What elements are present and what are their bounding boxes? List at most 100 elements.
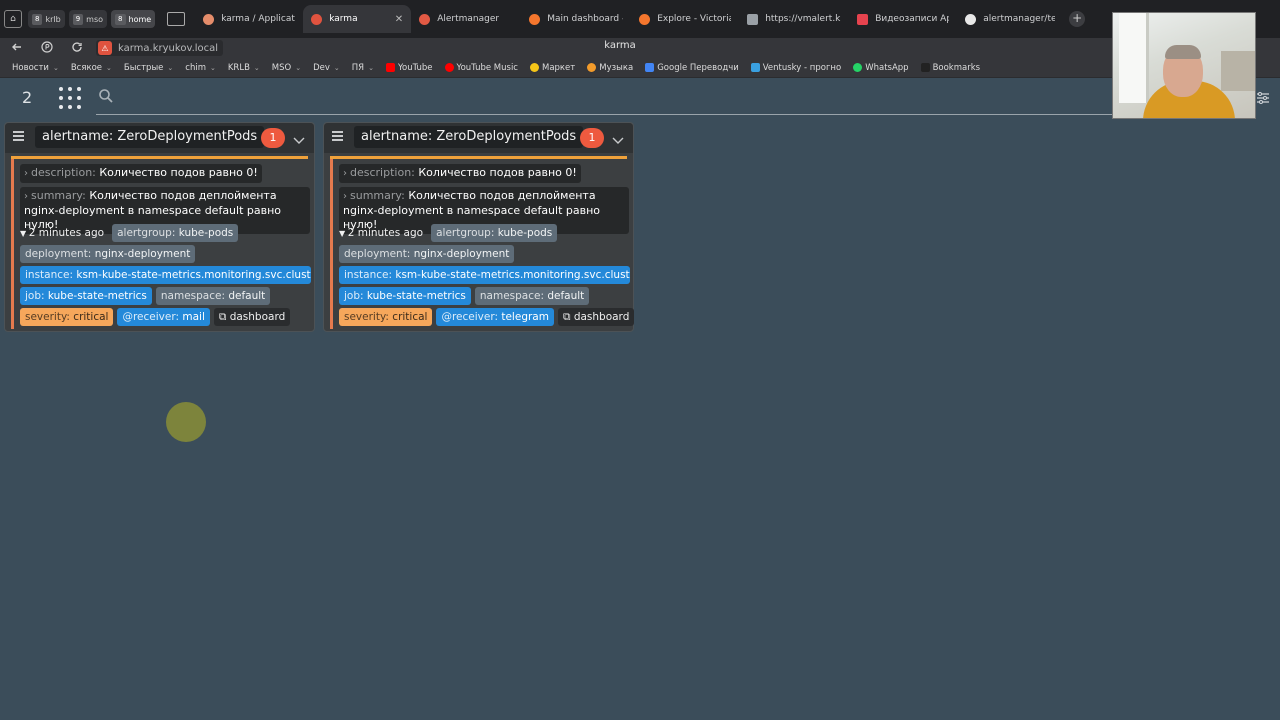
bookmark-folder-mso[interactable]: MSO ⌄ [272, 63, 301, 73]
workspace-krlb[interactable]: 8 krlb [28, 10, 65, 28]
label-row: severity: critical @receiver: mail ⧉ das… [20, 308, 294, 326]
workspace-mso[interactable]: 9 mso [68, 10, 108, 28]
workspace-home[interactable]: 8 home [111, 10, 156, 28]
tab-explore-victoria[interactable]: Explore - Victoria - C [631, 5, 739, 33]
youtube-music-icon [444, 63, 454, 72]
webcam-overlay [1112, 12, 1256, 119]
chevron-right-icon: › [24, 191, 28, 202]
tab-groups-icon[interactable] [167, 12, 186, 26]
alert-group-header: alertname: ZeroDeploymentPods 1 [324, 123, 633, 153]
alert-body: › description: Количество подов равно 0! … [330, 159, 635, 329]
bookmark-folder-krlb[interactable]: KRLB ⌄ [228, 63, 260, 73]
chevron-right-icon: › [343, 191, 347, 202]
alertname-label[interactable]: alertname: ZeroDeploymentPods [354, 126, 584, 148]
label-row: instance: ksm-kube-state-metrics.monitor… [20, 266, 315, 284]
search-icon[interactable] [98, 88, 114, 104]
video-icon [857, 13, 869, 25]
address-bar: ⚠ karma.kryukov.local karma [0, 38, 1280, 58]
bookmark-whatsapp[interactable]: WhatsApp [853, 63, 909, 73]
tab-favicon-icon [203, 13, 215, 25]
github-icon [965, 13, 977, 25]
label-job[interactable]: job: kube-state-metrics [339, 287, 471, 305]
caret-down-icon: ▼ [339, 229, 348, 238]
bookmark-folder-fast[interactable]: Быстрые ⌄ [124, 63, 173, 73]
label-job[interactable]: job: kube-state-metrics [20, 287, 152, 305]
tab-karma-application[interactable]: karma / Application [195, 5, 303, 33]
alert-group-header: alertname: ZeroDeploymentPods 1 [5, 123, 314, 153]
tab-vmalert[interactable]: https://vmalert.kryuk [739, 5, 849, 33]
label-deployment[interactable]: deployment: nginx-deployment [20, 245, 196, 263]
tab-main-dashboard[interactable]: Main dashboard - G [521, 5, 631, 33]
bookmark-youtube-music[interactable]: YouTube Music [444, 63, 518, 73]
grafana-icon [639, 13, 651, 25]
chevron-down-icon: ⌄ [52, 63, 59, 72]
tab-close-icon[interactable]: ✕ [389, 14, 403, 25]
workspace-home-icon[interactable]: ⌂ [4, 10, 22, 28]
label-alertgroup[interactable]: alertgroup: kube-pods [112, 224, 239, 242]
bookmark-ventusky[interactable]: Ventusky - прогно [750, 63, 841, 73]
bookmarks-bar: Новости ⌄ Всякое ⌄ Быстрые ⌄ chim ⌄ KRLB ⌄ MS… [0, 58, 1280, 78]
tab-alertmanager[interactable]: Alertmanager [411, 5, 521, 33]
label-severity[interactable]: severity: critical [20, 308, 114, 326]
music-icon [587, 63, 597, 72]
label-row: severity: critical @receiver: telegram ⧉… [339, 308, 638, 326]
tab-github-alertmanager[interactable]: alertmanager/templ [957, 5, 1063, 33]
bookmark-folder-misc[interactable]: Всякое ⌄ [71, 63, 112, 73]
label-row: deployment: nginx-deployment [339, 245, 518, 263]
label-receiver[interactable]: @receiver: telegram [436, 308, 554, 326]
google-translate-icon [645, 63, 655, 72]
label-namespace[interactable]: namespace: default [155, 287, 271, 305]
bookmark-folder-pya[interactable]: ПЯ ⌄ [352, 63, 374, 73]
page-title: karma [604, 40, 636, 51]
alert-count-badge: 1 [261, 128, 285, 148]
label-row: instance: ksm-kube-state-metrics.monitor… [339, 266, 634, 284]
dashboard-link[interactable]: ⧉ dashboard [213, 308, 291, 326]
chevron-down-icon[interactable] [612, 131, 624, 144]
label-severity[interactable]: severity: critical [339, 308, 433, 326]
external-link-icon: ⧉ [218, 311, 230, 323]
settings-sliders-icon[interactable] [1256, 90, 1270, 104]
grid-view-icon[interactable] [56, 84, 84, 112]
search-input[interactable] [96, 114, 1126, 115]
annotation-description[interactable]: › description: Количество подов равно 0! [339, 164, 581, 183]
dashboard-link[interactable]: ⧉ dashboard [557, 308, 635, 326]
alert-timestamp[interactable]: ▼ 2 minutes ago [339, 224, 423, 242]
tab-video[interactable]: Видеозаписи Артур [849, 5, 957, 33]
bookmark-google-translate[interactable]: Google Переводчи [645, 63, 739, 73]
annotation-description[interactable]: › description: Количество подов равно 0! [20, 164, 262, 183]
label-row: ▼ 2 minutes ago alertgroup: kube-pods [339, 224, 561, 242]
bookmark-folder-news[interactable]: Новости ⌄ [12, 63, 59, 73]
label-deployment[interactable]: deployment: nginx-deployment [339, 245, 515, 263]
page-icon [747, 13, 759, 25]
grafana-icon [529, 13, 541, 25]
label-row: deployment: nginx-deployment [20, 245, 199, 263]
bookmark-bookmarks[interactable]: Bookmarks [920, 63, 980, 73]
alert-count: 2 [22, 88, 33, 107]
bookmark-icon [920, 63, 930, 72]
whatsapp-icon [853, 63, 863, 72]
bookmark-market[interactable]: Маркет [529, 63, 575, 73]
label-alertgroup[interactable]: alertgroup: kube-pods [431, 224, 558, 242]
browser-tab-bar: ⌂ 8krlb 9mso 8home karma / Application k… [0, 0, 1280, 38]
alertname-label[interactable]: alertname: ZeroDeploymentPods [35, 126, 265, 148]
chevron-down-icon: ⌄ [209, 63, 216, 72]
alert-count-badge: 1 [580, 128, 604, 148]
chevron-down-icon: ⌄ [295, 63, 302, 72]
bookmark-youtube[interactable]: YouTube [385, 63, 433, 73]
bookmark-music[interactable]: Музыка [587, 63, 633, 73]
label-instance[interactable]: instance: ksm-kube-state-metrics.monitor… [20, 266, 311, 284]
label-instance[interactable]: instance: ksm-kube-state-metrics.monitor… [339, 266, 630, 284]
workspace-switcher: 8 krlb 9 mso 8 home [28, 8, 159, 30]
menu-icon[interactable] [332, 131, 343, 141]
label-receiver[interactable]: @receiver: mail [117, 308, 210, 326]
bookmark-folder-dev[interactable]: Dev ⌄ [313, 63, 340, 73]
tab-karma[interactable]: karma ✕ [303, 5, 412, 33]
chevron-down-icon[interactable] [293, 131, 305, 144]
alert-timestamp[interactable]: ▼ 2 minutes ago [20, 224, 104, 242]
chevron-down-icon: ⌄ [333, 63, 340, 72]
bookmark-folder-chim[interactable]: chim ⌄ [185, 63, 216, 73]
menu-icon[interactable] [13, 131, 24, 141]
chevron-down-icon: ⌄ [106, 63, 112, 72]
label-namespace[interactable]: namespace: default [474, 287, 590, 305]
new-tab-icon[interactable]: + [1069, 11, 1086, 27]
